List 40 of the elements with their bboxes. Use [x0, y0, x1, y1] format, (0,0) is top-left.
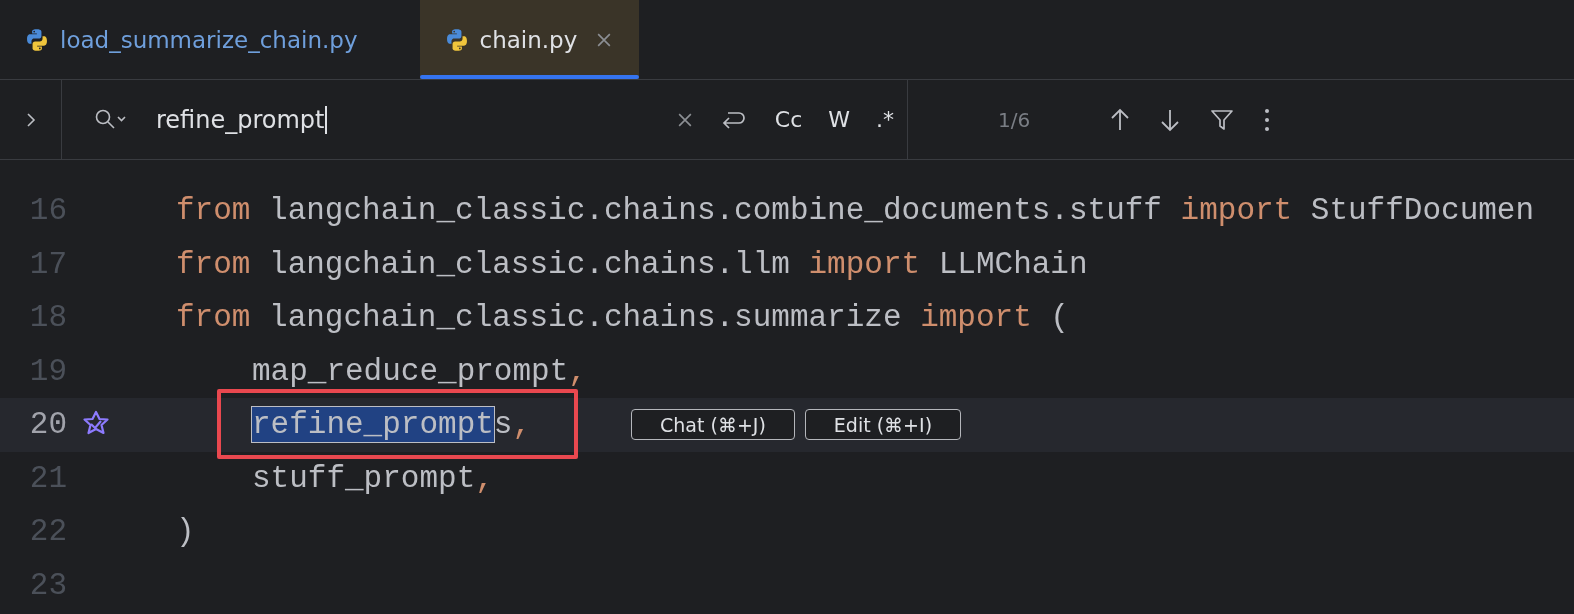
code-keyword: import: [808, 246, 921, 282]
code-text: map_reduce_prompt: [252, 353, 569, 389]
code-text: langchain_classic.chains.llm: [268, 246, 791, 282]
chevron-icon[interactable]: [25, 111, 36, 128]
code-text: (: [1049, 300, 1069, 336]
code-keyword: from: [176, 300, 251, 336]
filter-icon[interactable]: [1210, 107, 1235, 132]
file-tab[interactable]: chain.py: [419, 0, 640, 79]
code-text: ,: [512, 407, 532, 443]
tab-label: load_summarize_chain.py: [60, 26, 358, 53]
search-option-toggle[interactable]: W: [815, 107, 863, 132]
code-keyword: from: [176, 246, 251, 282]
code-text: LLMChain: [937, 246, 1088, 282]
code-text: ,: [568, 353, 587, 389]
file-tab[interactable]: load_summarize_chain.py: [0, 0, 384, 79]
tab-label: chain.py: [479, 26, 578, 53]
code-keyword: import: [1180, 193, 1293, 229]
more-icon[interactable]: [1264, 107, 1271, 132]
code-text: ,: [475, 460, 494, 496]
code-text: langchain_classic.chains.summarize: [268, 300, 903, 336]
code-text: StuffDocumen: [1309, 193, 1535, 229]
code-keyword: import: [920, 300, 1032, 336]
line-number: 20: [28, 407, 67, 443]
code-text: s: [493, 407, 513, 443]
search-option-toggle[interactable]: Cc: [761, 107, 816, 132]
code-text: ): [176, 514, 195, 550]
down-arrow-icon[interactable]: [1160, 107, 1181, 132]
match-count: 1/6: [998, 107, 1031, 132]
clear-icon[interactable]: [677, 112, 692, 127]
search-input[interactable]: refine_prompt: [156, 105, 328, 134]
code-keyword: from: [176, 193, 251, 229]
python-icon: [24, 26, 50, 53]
close-icon[interactable]: [597, 32, 612, 47]
search-option-toggle[interactable]: .*: [863, 107, 907, 132]
up-arrow-icon[interactable]: [1110, 107, 1131, 132]
code-text: stuff_prompt: [252, 460, 476, 496]
selected-text: refine_prompt: [252, 407, 494, 443]
code-text: langchain_classic.chains.combine_documents.stuff: [268, 193, 1163, 229]
inline-action-button[interactable]: Chat (⌘+J): [631, 409, 795, 441]
inline-action-button[interactable]: Edit (⌘+I): [804, 409, 962, 441]
